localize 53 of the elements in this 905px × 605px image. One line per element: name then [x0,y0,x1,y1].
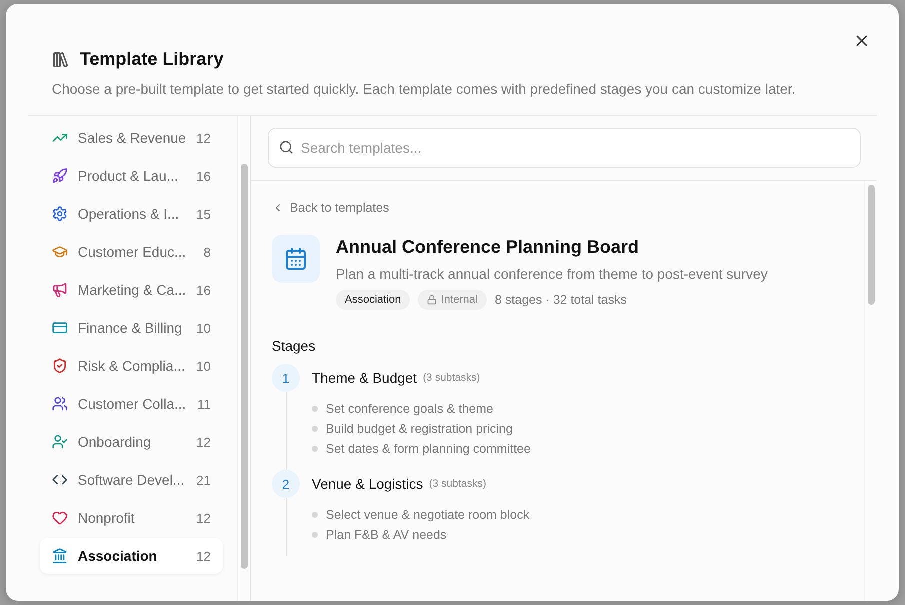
category-icon [52,206,68,222]
category-icon [52,168,68,184]
category-item[interactable]: Risk & Complia... 10 [40,348,223,384]
template-description: Plan a multi-track annual conference from theme to post-event survey [336,266,768,282]
category-item[interactable]: Onboarding 12 [40,424,223,460]
library-icon [52,50,70,68]
subtask-count: (3 subtasks) [429,478,486,490]
template-summary: 8 stages · 32 total tasks [494,293,627,307]
category-icon [52,434,68,450]
stage-name: Theme & Budget [312,370,418,386]
template-tag: Internal [418,290,487,310]
category-item[interactable]: Product & Lau... 16 [40,158,223,194]
task-text: Select venue & negotiate room block [326,508,530,522]
category-item[interactable]: Nonprofit 12 [40,500,223,536]
dialog-title: Template Library [80,49,224,70]
category-item[interactable]: Marketing & Ca... 16 [40,272,223,308]
category-item[interactable]: Customer Colla... 11 [40,386,223,422]
stages-heading: Stages [272,338,317,354]
calendar-icon [272,235,320,283]
stage-name: Venue & Logistics [312,476,424,492]
task-text: Set conference goals & theme [326,402,494,416]
category-icon [52,320,68,336]
stage-number: 2 [272,470,300,498]
category-item[interactable]: Sales & Revenue 12 [40,120,223,156]
bullet-icon [312,446,318,452]
template-title: Annual Conference Planning Board [336,237,640,258]
search-field[interactable]: Search templates... [268,128,861,168]
lock-icon [427,295,438,305]
stage-number: 1 [272,364,300,392]
category-icon [52,244,68,260]
dialog-subtitle: Choose a pre-built template to get started quickly. Each template comes with predefined stages you can customize later. [52,81,797,97]
category-item[interactable]: Finance & Billing 10 [40,310,223,346]
category-item[interactable]: Operations & I... 15 [40,196,223,232]
category-item[interactable]: Software Devel... 21 [40,462,223,498]
category-item[interactable]: Association 12 [40,538,223,574]
back-link[interactable]: Back to templates [272,201,390,215]
category-icon [52,510,68,526]
task-text: Build budget & registration pricing [326,422,513,436]
scrollbar-thumb[interactable] [240,164,248,569]
subtask-count: (3 subtasks) [423,372,480,384]
scrollbar-thumb[interactable] [868,185,874,305]
bullet-icon [312,512,318,518]
task-text: Plan F&B & AV needs [326,528,447,542]
category-icon [52,396,68,412]
template-tag: Association [336,290,410,310]
category-icon [52,548,68,564]
category-item[interactable]: Customer Educ... 8 [40,234,223,270]
task-text: Set dates & form planning committee [326,442,531,456]
category-icon [52,282,68,298]
bullet-icon [312,532,318,538]
bullet-icon [312,406,318,412]
category-icon [52,358,68,374]
bullet-icon [312,426,318,432]
